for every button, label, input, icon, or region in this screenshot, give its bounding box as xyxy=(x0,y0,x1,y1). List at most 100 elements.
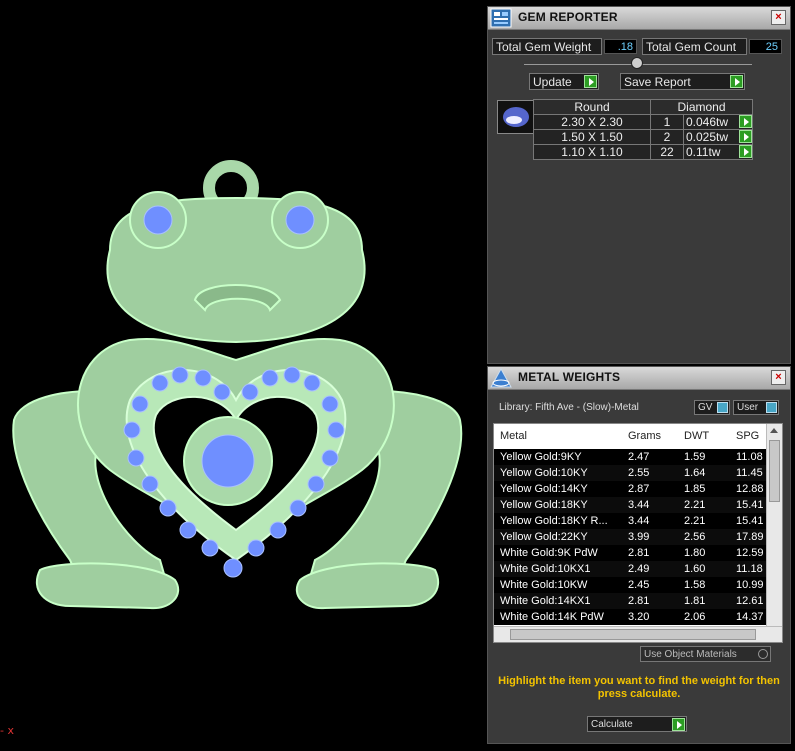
close-metal-weights-button[interactable]: × xyxy=(771,370,786,385)
metal-dwt-cell: 1.85 xyxy=(684,483,706,495)
metal-rows: Yellow Gold:9KY 2.47 1.59 11.08 Yellow Gold:… xyxy=(494,449,766,625)
heart-gem xyxy=(179,521,197,539)
metal-weights-panel: METAL WEIGHTS × Library: Fifth Ave - (Sl… xyxy=(487,366,791,744)
column-dwt[interactable]: DWT xyxy=(684,430,709,442)
total-gem-weight-value: .18 xyxy=(604,39,637,54)
center-gem xyxy=(201,434,255,488)
heart-gem xyxy=(123,421,141,439)
shape-header: Round xyxy=(533,99,651,115)
metal-metal-cell: White Gold:9K PdW xyxy=(500,547,598,559)
table-row[interactable]: White Gold:14K PdW 3.20 2.06 14.37 xyxy=(494,609,766,625)
table-row[interactable]: White Gold:9K PdW 2.81 1.80 12.59 xyxy=(494,545,766,561)
metal-metal-cell: Yellow Gold:22KY xyxy=(500,531,588,543)
heart-gem xyxy=(289,499,307,517)
metal-dwt-cell: 1.64 xyxy=(684,467,706,479)
eye-gem-right xyxy=(285,205,315,235)
metal-grams-cell: 2.47 xyxy=(628,451,650,463)
metal-dwt-cell: 2.06 xyxy=(684,611,706,623)
heart-gem xyxy=(159,499,177,517)
metal-metal-cell: Yellow Gold:9KY xyxy=(500,451,582,463)
table-row[interactable]: White Gold:10KX1 2.49 1.60 11.18 xyxy=(494,561,766,577)
metal-grams-cell: 2.87 xyxy=(628,483,650,495)
gem-reporter-panel: GEM REPORTER × Total Gem Weight .18 Tota… xyxy=(487,6,791,364)
metal-table: Metal Grams DWT SPG Yellow Gold:9KY 2.47 1… xyxy=(493,423,783,643)
heart-gem xyxy=(261,369,279,387)
table-row[interactable]: Yellow Gold:18KY R... 3.44 2.21 15.41 xyxy=(494,513,766,529)
play-arrow-icon[interactable] xyxy=(739,115,752,128)
column-grams[interactable]: Grams xyxy=(628,430,661,442)
gem-count: 22 xyxy=(650,144,684,160)
play-arrow-icon[interactable] xyxy=(739,145,752,158)
table-row[interactable]: Yellow Gold:9KY 2.47 1.59 11.08 xyxy=(494,449,766,465)
table-row[interactable]: Yellow Gold:14KY 2.87 1.85 12.88 xyxy=(494,481,766,497)
scroll-thumb[interactable] xyxy=(769,440,780,502)
metal-grams-cell: 3.20 xyxy=(628,611,650,623)
gem-weight: 0.046tw xyxy=(686,115,729,129)
metal-grams-cell: 2.45 xyxy=(628,579,650,591)
metal-dwt-cell: 2.21 xyxy=(684,499,706,511)
user-toggle-label: User xyxy=(737,402,759,413)
metal-grams-cell: 3.44 xyxy=(628,499,650,511)
gem-reporter-title: GEM REPORTER xyxy=(518,10,618,24)
gem-row[interactable]: 2.30 X 2.30 1 0.046tw xyxy=(533,114,753,130)
heart-gem xyxy=(127,449,145,467)
metal-dwt-cell: 1.59 xyxy=(684,451,706,463)
metal-grams-cell: 2.55 xyxy=(628,467,650,479)
gem-row[interactable]: 1.10 X 1.10 22 0.11tw xyxy=(533,144,753,160)
close-gem-reporter-button[interactable]: × xyxy=(771,10,786,25)
heart-gem xyxy=(141,475,159,493)
use-object-materials-option[interactable]: Use Object Materials xyxy=(640,646,771,662)
heart-gem xyxy=(303,374,321,392)
metal-dwt-cell: 2.21 xyxy=(684,515,706,527)
gem-count: 2 xyxy=(650,129,684,145)
table-row[interactable]: White Gold:14KX1 2.81 1.81 12.61 xyxy=(494,593,766,609)
metal-metal-cell: Yellow Gold:18KY R... xyxy=(500,515,608,527)
metal-dwt-cell: 2.56 xyxy=(684,531,706,543)
eye-gem-left xyxy=(143,205,173,235)
toggle-knob-icon xyxy=(766,402,777,413)
scroll-thumb[interactable] xyxy=(510,629,756,640)
gem-size: 1.50 X 1.50 xyxy=(533,129,651,145)
gem-reporter-titlebar[interactable]: GEM REPORTER × xyxy=(488,7,790,30)
radio-icon[interactable] xyxy=(758,649,768,659)
gem-table: Round Diamond 2.30 X 2.30 1 0.046tw 1.50… xyxy=(533,99,753,160)
heart-gem xyxy=(321,395,339,413)
round-diamond-thumbnail[interactable] xyxy=(497,100,535,134)
heart-gem xyxy=(321,449,339,467)
column-spg[interactable]: SPG xyxy=(736,430,759,442)
gv-toggle[interactable]: GV xyxy=(694,400,730,415)
metal-dwt-cell: 1.58 xyxy=(684,579,706,591)
heart-gem xyxy=(269,521,287,539)
save-report-button[interactable]: Save Report xyxy=(620,73,745,90)
stone-header: Diamond xyxy=(650,99,753,115)
table-row[interactable]: Yellow Gold:22KY 3.99 2.56 17.89 xyxy=(494,529,766,545)
scroll-up-icon[interactable] xyxy=(770,428,778,433)
heart-gem xyxy=(131,395,149,413)
heart-gem xyxy=(307,475,325,493)
metal-weights-logo-icon xyxy=(490,368,512,388)
play-arrow-icon[interactable] xyxy=(739,130,752,143)
3d-viewport[interactable]: - x xyxy=(0,0,487,751)
column-metal[interactable]: Metal xyxy=(500,430,527,442)
library-label: Library: Fifth Ave - (Slow)-Metal xyxy=(499,402,639,413)
calculate-button[interactable]: Calculate xyxy=(587,716,687,732)
metal-metal-cell: White Gold:10KX1 xyxy=(500,563,591,575)
user-toggle[interactable]: User xyxy=(733,400,779,415)
gem-row[interactable]: 1.50 X 1.50 2 0.025tw xyxy=(533,129,753,145)
metal-metal-cell: Yellow Gold:14KY xyxy=(500,483,588,495)
vertical-scrollbar[interactable] xyxy=(766,424,782,626)
axis-indicator: - x xyxy=(0,724,14,737)
update-button-label: Update xyxy=(533,75,572,89)
metal-weights-titlebar[interactable]: METAL WEIGHTS × xyxy=(488,367,790,390)
horizontal-scrollbar[interactable] xyxy=(494,626,782,642)
table-row[interactable]: Yellow Gold:18KY 3.44 2.21 15.41 xyxy=(494,497,766,513)
heart-gem xyxy=(327,421,345,439)
heart-gem xyxy=(241,383,259,401)
slider-handle[interactable] xyxy=(631,57,643,69)
update-button[interactable]: Update xyxy=(529,73,599,90)
table-row[interactable]: Yellow Gold:10KY 2.55 1.64 11.45 xyxy=(494,465,766,481)
heart-gem xyxy=(201,539,219,557)
frog-pendant-model[interactable] xyxy=(0,0,487,751)
table-row[interactable]: White Gold:10KW 2.45 1.58 10.99 xyxy=(494,577,766,593)
total-gem-count-value: 25 xyxy=(749,39,782,54)
